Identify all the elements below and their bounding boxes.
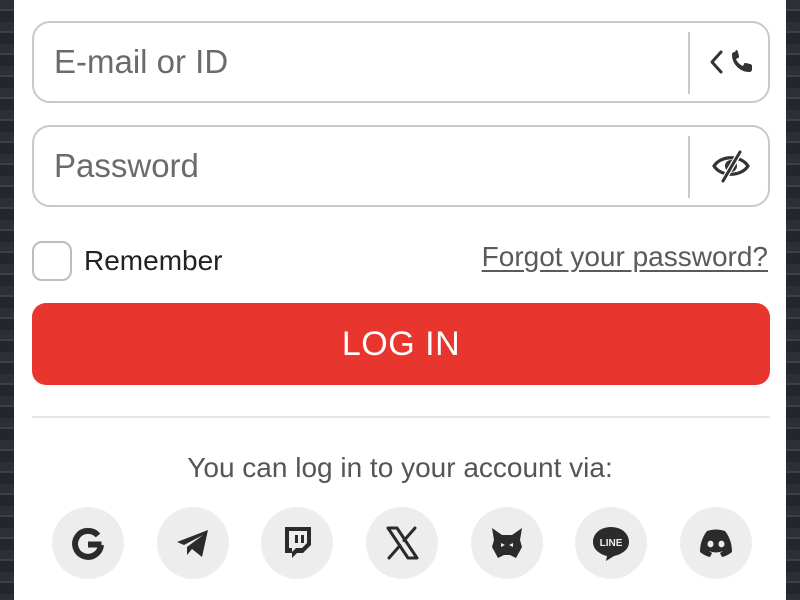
divider (32, 416, 770, 418)
line-icon-text: LINE (600, 538, 623, 549)
social-login-list: LINE (52, 507, 752, 581)
email-field-divider (688, 32, 690, 94)
google-login-button[interactable] (52, 507, 124, 579)
metamask-icon (491, 528, 522, 558)
email-field-container (32, 21, 770, 103)
remember-checkbox[interactable] (32, 241, 72, 281)
toggle-password-visibility[interactable] (692, 127, 770, 205)
login-button[interactable]: LOG IN (32, 303, 770, 385)
password-field-container (32, 125, 770, 207)
email-input[interactable] (34, 23, 684, 101)
line-icon: LINE (593, 527, 630, 561)
telegram-login-button[interactable] (156, 507, 229, 579)
password-field-divider (688, 136, 690, 198)
forgot-password-link[interactable]: Forgot your password? (482, 241, 768, 273)
remember-label: Remember (84, 245, 223, 276)
x-icon (386, 526, 419, 560)
discord-icon (699, 529, 732, 557)
x-login-button[interactable] (365, 507, 438, 579)
login-panel: Remember Forgot your password? LOG IN Yo… (14, 0, 786, 600)
metamask-login-button[interactable] (470, 507, 543, 579)
telegram-icon (176, 530, 208, 557)
social-login-caption: You can log in to your account via: (187, 452, 613, 483)
chevron-left-phone-icon (710, 50, 752, 74)
phone-login-toggle[interactable] (692, 23, 770, 101)
google-icon (72, 527, 104, 560)
background-right-edge (786, 0, 800, 600)
eye-slash-icon (712, 150, 750, 183)
twitch-login-button[interactable] (261, 507, 334, 579)
background-left-edge (0, 0, 14, 600)
password-input[interactable] (34, 127, 684, 205)
remember-me[interactable]: Remember (32, 240, 222, 282)
line-login-button[interactable]: LINE (575, 507, 648, 579)
twitch-icon (285, 527, 312, 558)
discord-login-button[interactable] (679, 507, 752, 579)
